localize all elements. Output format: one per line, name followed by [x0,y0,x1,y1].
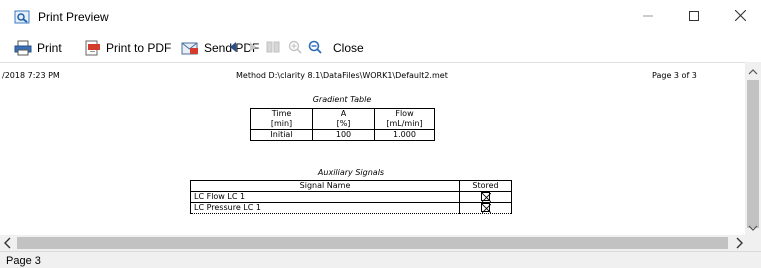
next-page-button[interactable] [248,38,258,58]
close-preview-button[interactable]: Close [333,38,364,58]
maximize-icon [689,10,699,24]
minimize-icon [643,10,653,24]
column-header: A [%] [312,108,375,130]
table-cell: 100 [312,129,375,141]
column-header: Time [min] [250,108,313,130]
page-header-method: Method D:\clarity 8.1\DataFiles\WORK1\De… [236,71,448,80]
page-header-datetime: /2018 7:23 PM [2,71,60,80]
zoom-in-button[interactable] [288,38,302,58]
auxiliary-signals-table: Signal Name Stored LC Flow LC 1 LC Press… [189,180,512,214]
horizontal-scroll-thumb[interactable] [17,237,728,249]
minimize-button[interactable] [625,0,671,34]
scroll-down-icon[interactable] [748,222,758,232]
horizontal-scrollbar[interactable] [0,235,761,251]
status-page-label: Page 3 [6,255,41,267]
aux-table-header-row: Signal Name Stored [189,180,512,192]
title-bar: Print Preview [0,0,761,34]
stored-checkbox-icon [481,192,492,202]
window-title: Print Preview [38,10,109,24]
table-cell: LC Flow LC 1 [189,191,461,203]
vertical-scroll-thumb[interactable] [747,80,759,228]
close-window-button[interactable] [717,0,761,34]
print-button[interactable]: Print [14,38,62,58]
pdf-icon [83,40,101,56]
multi-page-icon [266,40,280,57]
table-cell [459,191,512,203]
scroll-left-icon[interactable] [3,237,13,249]
toolbar: Print Print to PDF Send PDF Close [0,34,761,62]
previous-page-icon [228,41,238,56]
gradient-table: Time [min] A [%] Flow [mL/min] Initial 100 … [250,108,435,141]
table-cell: 1.000 [374,129,435,141]
maximize-button[interactable] [671,0,717,34]
scroll-up-icon[interactable] [748,66,758,76]
page-header-page-count: Page 3 of 3 [652,71,697,80]
table-cell: Initial [250,129,313,141]
column-header: Signal Name [189,180,461,192]
gradient-table-caption: Gradient Table [312,95,372,104]
zoom-out-button[interactable] [308,38,322,58]
table-row: LC Flow LC 1 [189,191,512,203]
print-to-pdf-label: Print to PDF [106,41,172,55]
send-pdf-icon [181,40,199,56]
vertical-scrollbar[interactable] [745,62,761,235]
close-label: Close [333,41,364,55]
stored-checkbox-icon [481,203,492,213]
print-label: Print [37,41,62,55]
column-header: Stored [459,180,512,192]
print-to-pdf-button[interactable]: Print to PDF [83,38,171,58]
printer-icon [14,40,32,56]
gradient-table-header-row: Time [min] A [%] Flow [mL/min] [250,108,435,130]
table-cell [459,202,512,214]
table-row: Initial 100 1.000 [250,129,435,141]
next-page-icon [248,41,258,56]
table-cell: LC Pressure LC 1 [189,202,461,214]
table-row: LC Pressure LC 1 [189,202,512,214]
scroll-right-icon[interactable] [734,237,744,249]
multi-page-button[interactable] [266,38,280,58]
column-header: Flow [mL/min] [374,108,435,130]
aux-table-caption: Auxiliary Signals [317,168,385,177]
zoom-out-icon [308,40,322,57]
preview-page: /2018 7:23 PM Method D:\clarity 8.1\Data… [0,62,745,235]
close-icon [734,9,746,24]
zoom-in-icon [288,40,302,57]
print-preview-icon [14,10,30,24]
status-bar: Page 3 [0,251,761,268]
previous-page-button[interactable] [228,38,238,58]
